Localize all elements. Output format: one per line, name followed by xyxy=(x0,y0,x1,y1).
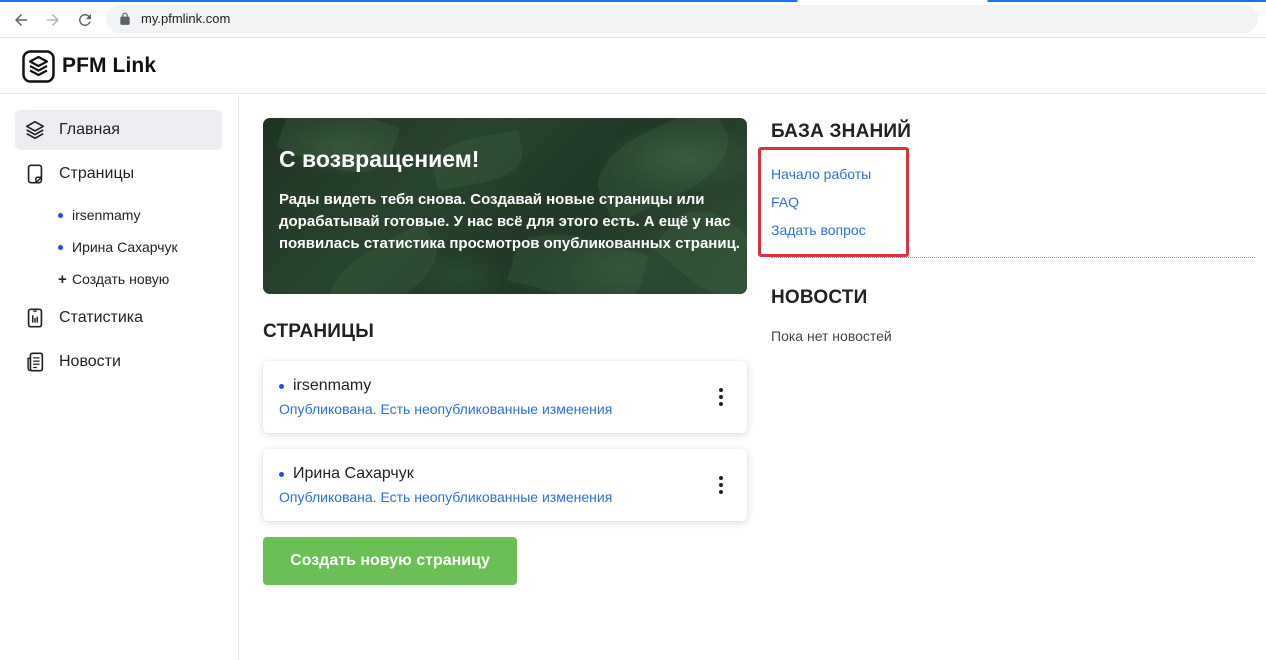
plus-icon: + xyxy=(58,270,67,288)
more-vertical-icon[interactable] xyxy=(717,388,725,406)
pages-section-title: СТРАНИЦЫ xyxy=(263,321,375,342)
page-card-status: Опубликована. Есть неопубликованные изме… xyxy=(279,401,613,417)
arrow-right-icon xyxy=(47,14,59,26)
browser-toolbar: my.pfmlink.com xyxy=(0,0,1266,38)
phone-page-icon xyxy=(23,162,47,186)
forward-button[interactable] xyxy=(42,9,64,31)
page-load-progress xyxy=(0,0,1266,2)
banner-title: С возвращением! xyxy=(279,146,480,172)
lock-icon xyxy=(120,12,130,25)
sidebar-item-statistics[interactable]: Статистика xyxy=(15,298,222,338)
reload-icon xyxy=(78,13,91,26)
url-text[interactable]: my.pfmlink.com xyxy=(141,11,230,26)
app-header: PFM Link xyxy=(0,38,1266,94)
sidebar-subitem-page[interactable]: irsenmamy xyxy=(58,204,140,226)
knowledge-base-title: БАЗА ЗНАНИЙ xyxy=(771,121,912,142)
page-card-name-text: irsenmamy xyxy=(293,377,372,394)
welcome-banner: С возвращением! Рады видеть тебя снова. … xyxy=(263,118,747,294)
sidebar-item-news[interactable]: Новости xyxy=(15,342,222,382)
page-card-status: Опубликована. Есть неопубликованные изме… xyxy=(279,489,613,505)
back-button[interactable] xyxy=(10,9,32,31)
sidebar-create-new[interactable]: + Создать новую xyxy=(58,268,169,290)
page-card-name[interactable]: Ирина Сахарчук xyxy=(279,465,414,483)
stats-icon xyxy=(23,306,47,330)
sidebar-item-label: Главная xyxy=(59,121,120,138)
address-bar[interactable]: my.pfmlink.com xyxy=(106,5,1258,33)
sidebar-item-label: Статистика xyxy=(59,309,144,326)
news-section-title: НОВОСТИ xyxy=(771,287,868,308)
page-card[interactable]: Ирина Сахарчук Опубликована. Есть неопуб… xyxy=(263,449,747,521)
create-page-button[interactable]: Создать новую страницу xyxy=(263,537,517,585)
banner-text: Рады видеть тебя снова. Создавай новые с… xyxy=(279,191,740,252)
logo-text[interactable]: PFM Link xyxy=(62,54,156,78)
page-card-name-text: Ирина Сахарчук xyxy=(293,465,414,482)
sidebar-item-label: Страницы xyxy=(59,165,135,182)
sidebar-item-pages[interactable]: Страницы xyxy=(15,154,222,194)
sidebar-item-label: Новости xyxy=(59,353,121,370)
bullet-dot xyxy=(279,383,284,389)
reload-button[interactable] xyxy=(74,9,96,31)
sidebar-subitem-label: Ирина Сахарчук xyxy=(72,239,178,255)
bullet-dot xyxy=(58,244,63,250)
section-divider xyxy=(771,257,1255,258)
layers-icon[interactable] xyxy=(22,50,55,83)
news-empty-text: Пока нет новостей xyxy=(771,328,892,344)
page-card[interactable]: irsenmamy Опубликована. Есть неопубликов… xyxy=(263,361,747,433)
sidebar-item-home[interactable]: Главная xyxy=(15,110,222,150)
layers-icon xyxy=(23,118,47,142)
kb-link-faq[interactable]: FAQ xyxy=(771,194,799,210)
arrow-left-icon xyxy=(15,14,27,26)
sidebar-subitem-label: irsenmamy xyxy=(72,207,141,223)
page-card-name[interactable]: irsenmamy xyxy=(279,377,371,395)
more-vertical-icon[interactable] xyxy=(717,476,725,494)
kb-link-getting-started[interactable]: Начало работы xyxy=(771,166,871,182)
sidebar-subitem-label: Создать новую xyxy=(72,271,170,287)
bullet-dot xyxy=(279,471,284,477)
kb-link-ask-question[interactable]: Задать вопрос xyxy=(771,222,866,238)
news-icon xyxy=(23,350,47,374)
bullet-dot xyxy=(58,212,63,218)
sidebar-subitem-page[interactable]: Ирина Сахарчук xyxy=(58,236,178,258)
